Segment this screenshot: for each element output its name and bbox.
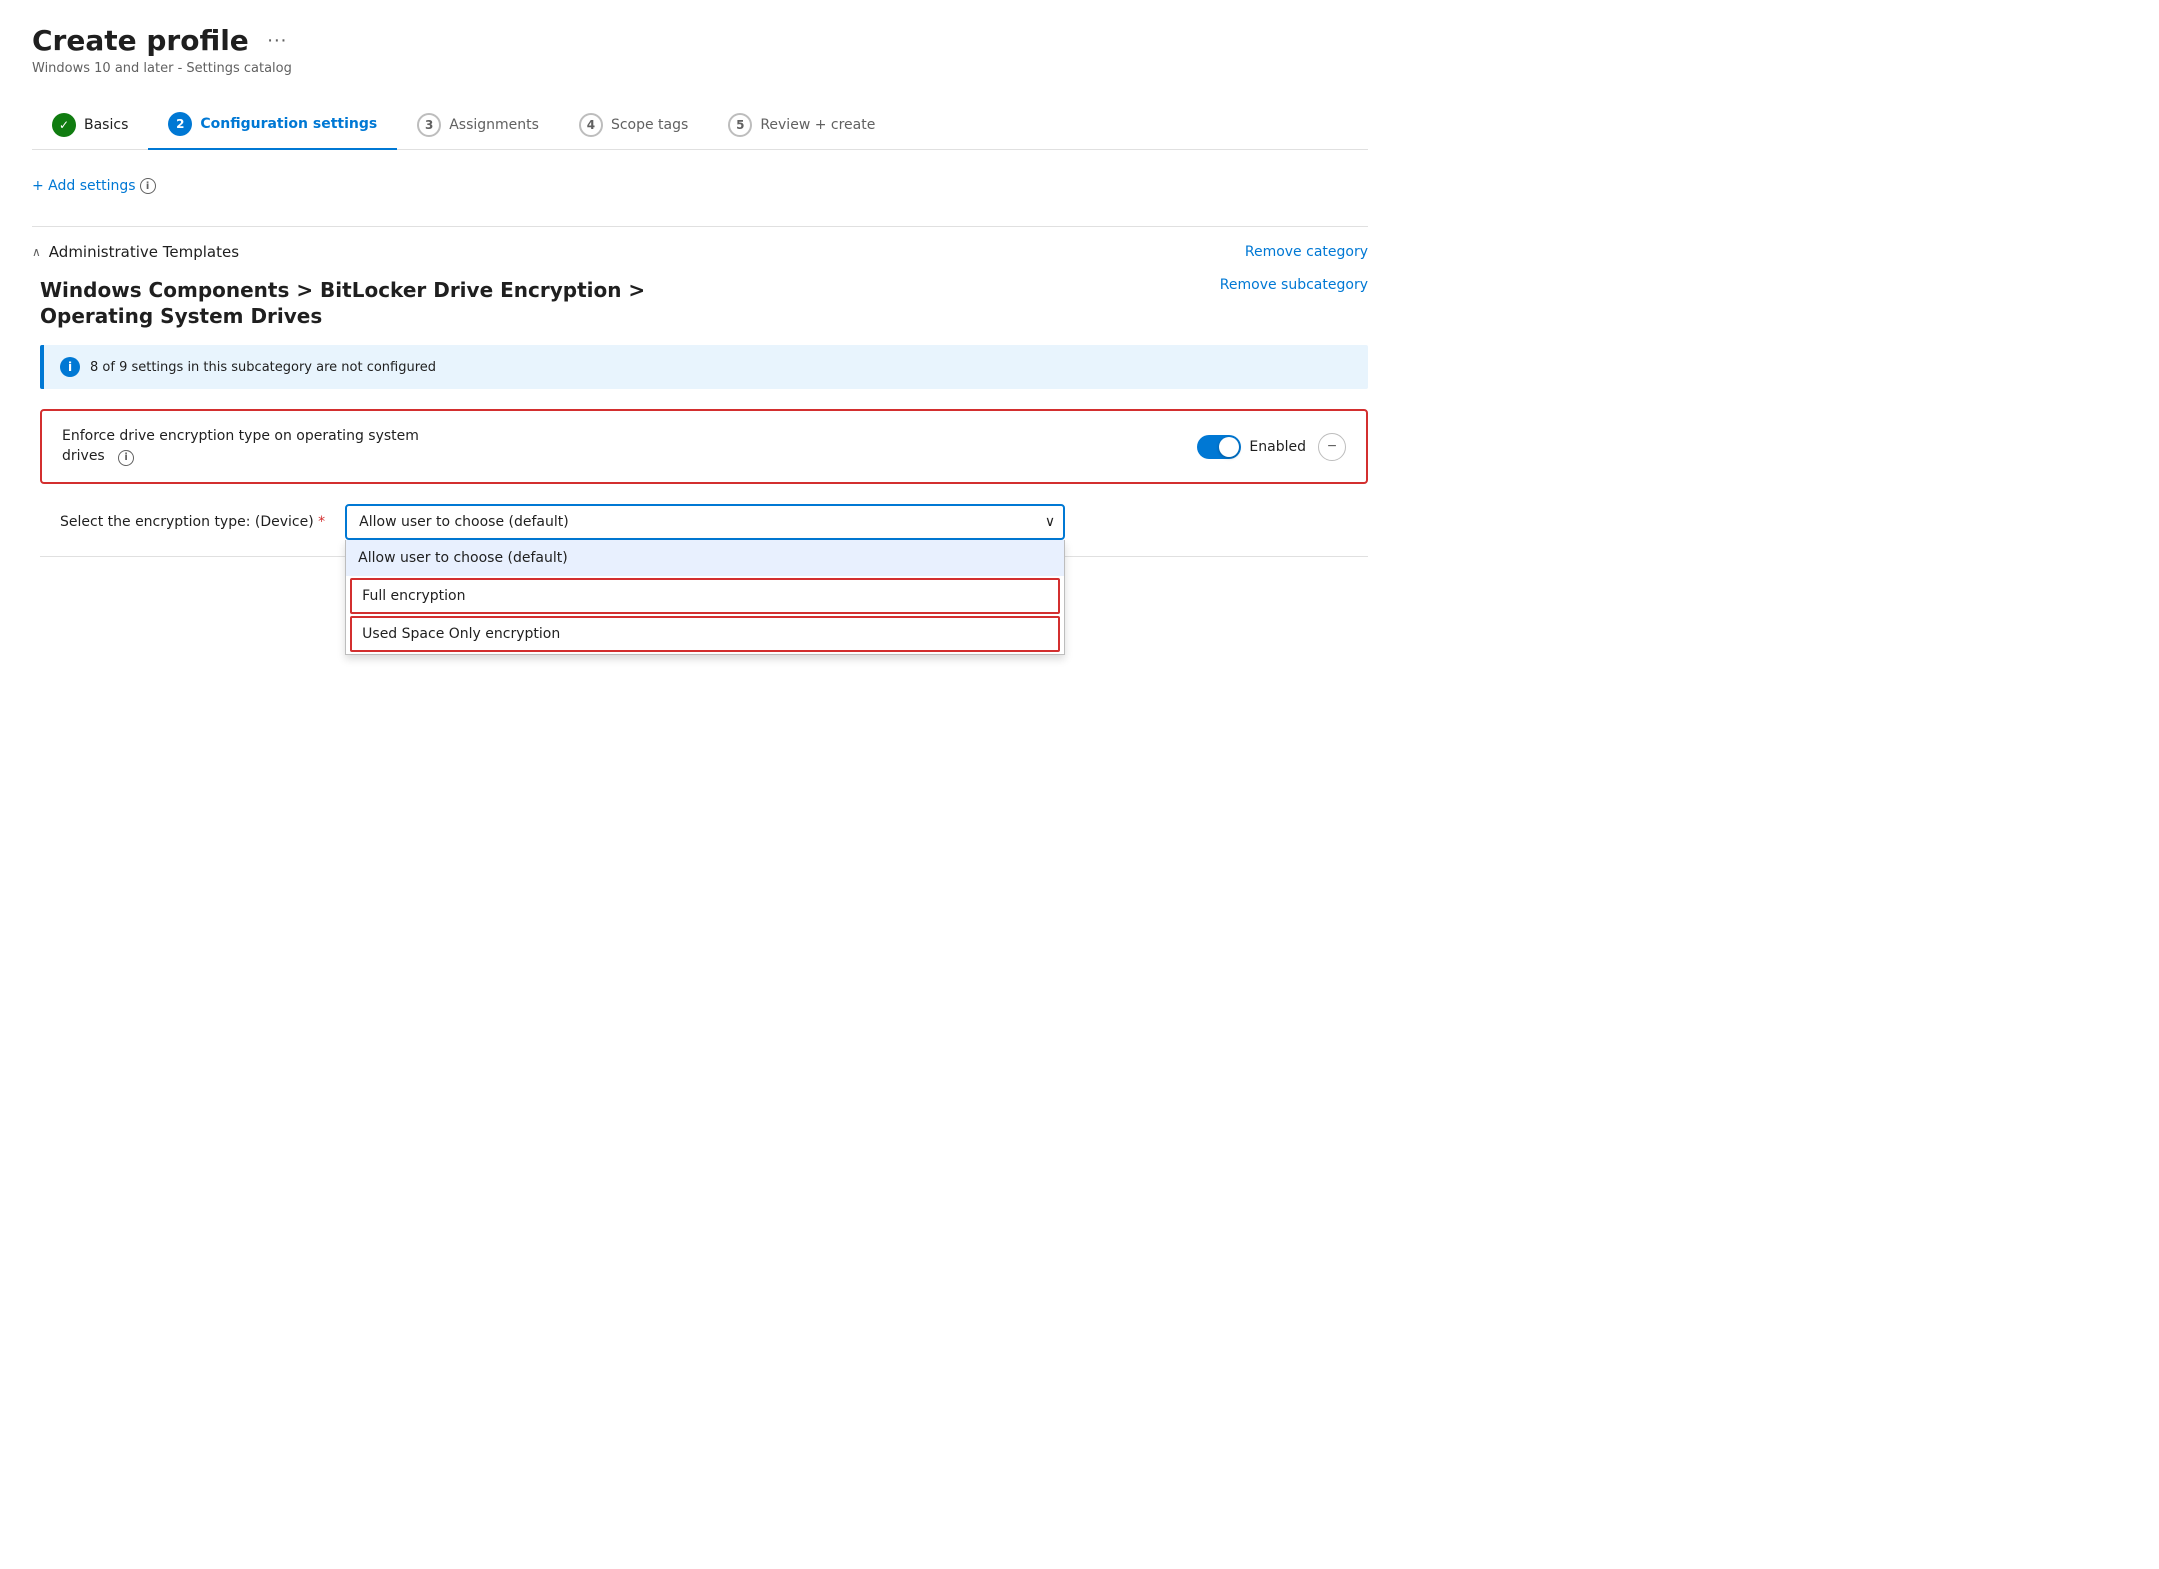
- step-basics[interactable]: ✓ Basics: [32, 101, 148, 149]
- step-scope[interactable]: 4 Scope tags: [559, 101, 708, 149]
- step-basics-label: Basics: [84, 117, 128, 133]
- enable-toggle[interactable]: [1197, 435, 1241, 459]
- dropdown-option-used-space[interactable]: Used Space Only encryption: [350, 616, 1060, 652]
- minimize-icon: −: [1327, 438, 1336, 456]
- info-banner: i 8 of 9 settings in this subcategory ar…: [40, 345, 1368, 389]
- setting-info-icon: i: [118, 450, 134, 466]
- encryption-type-dropdown[interactable]: Allow user to choose (default): [345, 504, 1065, 540]
- step-review-label: Review + create: [760, 117, 875, 133]
- step-assignments-circle: 3: [417, 113, 441, 137]
- setting-row: Enforce drive encryption type on operati…: [40, 409, 1368, 484]
- add-settings-text: + Add settings: [32, 178, 136, 194]
- step-configuration-circle: 2: [168, 112, 192, 136]
- category-name: Administrative Templates: [49, 243, 239, 261]
- category-row: ∧ Administrative Templates Remove catego…: [32, 243, 1368, 261]
- page-subtitle: Windows 10 and later - Settings catalog: [32, 61, 1368, 76]
- subcategory-header: Windows Components > BitLocker Drive Enc…: [40, 277, 1368, 329]
- encryption-type-dropdown-wrapper: Allow user to choose (default) ∨ Allow u…: [345, 504, 1065, 540]
- step-configuration[interactable]: 2 Configuration settings: [148, 100, 397, 150]
- encryption-type-dropdown-list: Allow user to choose (default) Full encr…: [345, 540, 1065, 655]
- step-scope-label: Scope tags: [611, 117, 688, 133]
- setting-right: Enabled −: [1197, 433, 1346, 461]
- category-chevron-icon: ∧: [32, 245, 41, 259]
- step-configuration-label: Configuration settings: [200, 116, 377, 132]
- toggle-container: Enabled: [1197, 435, 1306, 459]
- dropdown-option-full[interactable]: Full encryption: [350, 578, 1060, 614]
- subcategory-title: Windows Components > BitLocker Drive Enc…: [40, 277, 740, 329]
- page-title-row: Create profile ···: [32, 24, 1368, 57]
- step-review[interactable]: 5 Review + create: [708, 101, 895, 149]
- step-scope-circle: 4: [579, 113, 603, 137]
- info-banner-icon: i: [60, 357, 80, 377]
- setting-left: Enforce drive encryption type on operati…: [62, 427, 442, 466]
- encryption-type-label: Select the encryption type: (Device) *: [60, 514, 325, 530]
- step-review-circle: 5: [728, 113, 752, 137]
- setting-label: Enforce drive encryption type on operati…: [62, 427, 442, 466]
- category-left: ∧ Administrative Templates: [32, 243, 239, 261]
- wizard-steps: ✓ Basics 2 Configuration settings 3 Assi…: [32, 100, 1368, 150]
- divider-top: [32, 226, 1368, 227]
- remove-subcategory-link[interactable]: Remove subcategory: [1220, 277, 1368, 293]
- add-settings-info-icon: i: [140, 178, 156, 194]
- step-assignments[interactable]: 3 Assignments: [397, 101, 559, 149]
- page-title: Create profile: [32, 24, 249, 57]
- info-banner-text: 8 of 9 settings in this subcategory are …: [90, 360, 436, 375]
- step-assignments-label: Assignments: [449, 117, 539, 133]
- subcategory-block: Windows Components > BitLocker Drive Enc…: [40, 277, 1368, 557]
- step-basics-circle: ✓: [52, 113, 76, 137]
- ellipsis-button[interactable]: ···: [259, 25, 295, 56]
- dropdown-option-allow[interactable]: Allow user to choose (default): [346, 540, 1064, 576]
- required-star: *: [318, 514, 325, 530]
- minimize-button[interactable]: −: [1318, 433, 1346, 461]
- toggle-label: Enabled: [1249, 439, 1306, 455]
- add-settings-link[interactable]: + Add settings i: [32, 178, 156, 194]
- page-container: Create profile ··· Windows 10 and later …: [0, 0, 1400, 601]
- encryption-type-row: Select the encryption type: (Device) * A…: [40, 504, 1368, 540]
- toggle-thumb: [1219, 437, 1239, 457]
- remove-category-link[interactable]: Remove category: [1245, 244, 1368, 260]
